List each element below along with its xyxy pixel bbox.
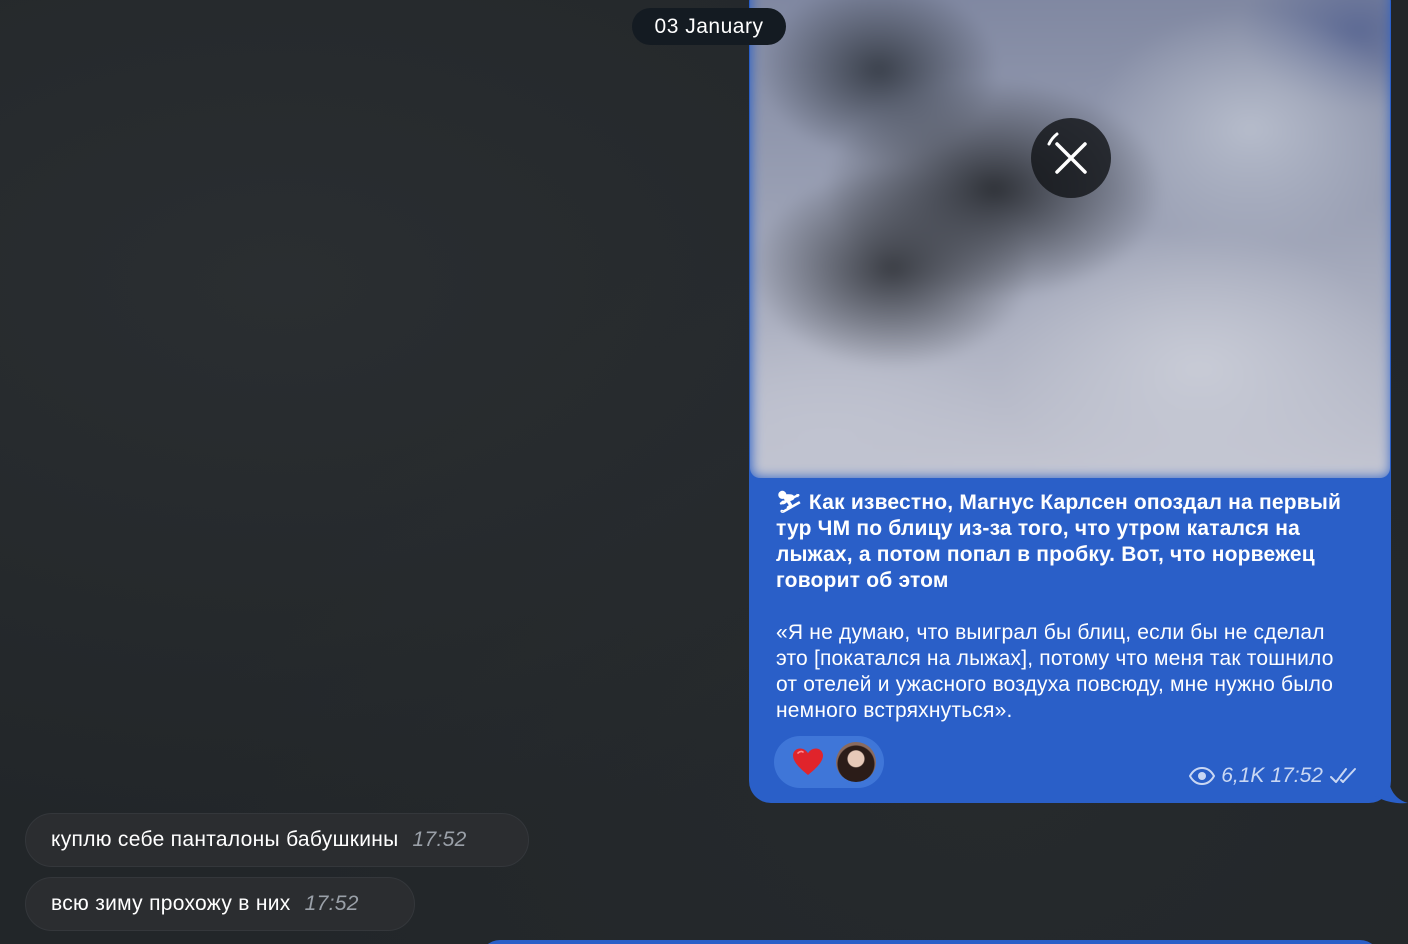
- post-meta: 6,1K 17:52: [1189, 764, 1361, 788]
- post-media[interactable]: [750, 0, 1390, 478]
- date-separator: 03 January: [632, 8, 786, 45]
- double-check-icon: [1330, 768, 1356, 783]
- next-channel-post[interactable]: [480, 940, 1380, 944]
- incoming-message[interactable]: всю зиму прохожу в них 17:52: [25, 877, 415, 931]
- post-time: 17:52: [1270, 764, 1323, 787]
- incoming-message[interactable]: куплю себе панталоны бабушкины 17:52: [25, 813, 529, 867]
- reactions-bar[interactable]: [774, 736, 884, 788]
- channel-post[interactable]: ⛷ Как известно, Магнус Карлсен опоздал н…: [749, 0, 1391, 803]
- bubble-tail: [1375, 782, 1408, 804]
- message-time: 17:52: [412, 828, 467, 851]
- avatar[interactable]: [836, 742, 876, 782]
- message-time: 17:52: [304, 892, 359, 915]
- eye-icon: [1189, 767, 1216, 785]
- post-title: ⛷ Как известно, Магнус Карлсен опоздал н…: [776, 491, 1342, 592]
- skier-emoji: ⛷: [776, 491, 803, 514]
- heart-icon[interactable]: [792, 747, 824, 777]
- message-text: всю зиму прохожу в них: [51, 892, 291, 915]
- close-icon: [1047, 132, 1087, 174]
- message-text: куплю себе панталоны бабушкины: [51, 828, 399, 851]
- post-text: ⛷ Как известно, Магнус Карлсен опоздал н…: [776, 490, 1356, 724]
- views-count: 6,1K: [1221, 764, 1265, 787]
- cancel-download-button[interactable]: [1031, 118, 1111, 198]
- blurred-photo-preview: [751, 0, 1390, 478]
- post-quote: «Я не думаю, что выиграл бы блиц, если б…: [776, 621, 1334, 722]
